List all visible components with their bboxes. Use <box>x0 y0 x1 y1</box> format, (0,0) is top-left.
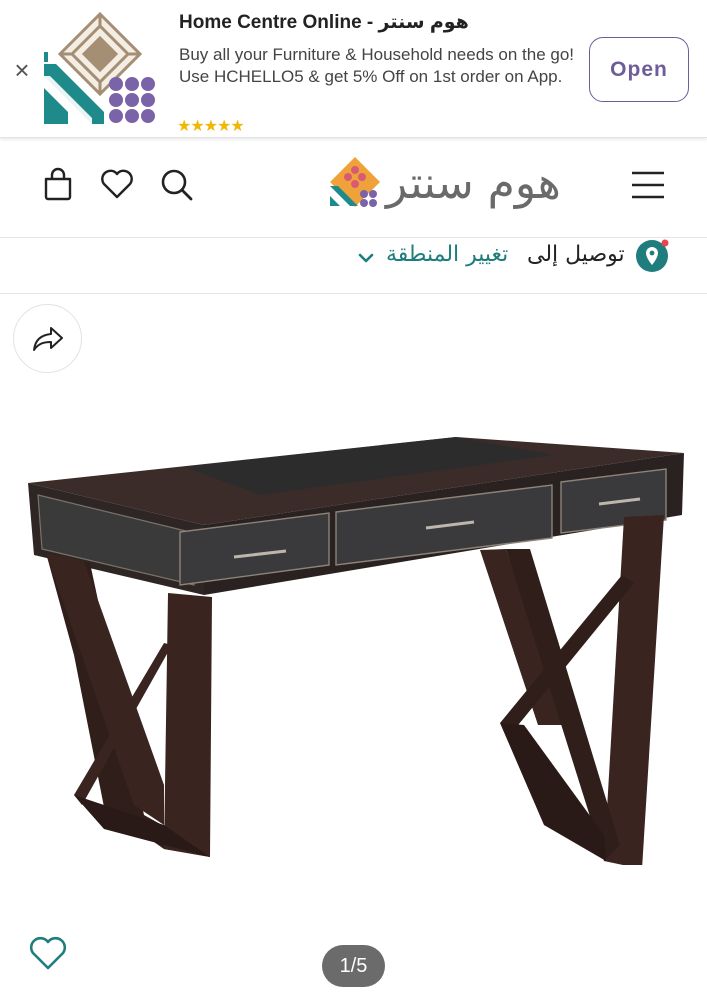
home-centre-app-logo-icon <box>44 12 155 124</box>
banner-text: Home Centre Online - هوم سنتر Buy all yo… <box>179 10 579 88</box>
banner-app-title: Home Centre Online - هوم سنتر <box>179 12 469 33</box>
image-pager: 1/5 <box>322 945 385 987</box>
menu-icon[interactable] <box>630 170 666 200</box>
change-area-link[interactable]: تغيير المنطقة <box>386 240 508 270</box>
heart-icon[interactable] <box>99 166 135 202</box>
wishlist-heart-icon[interactable] <box>28 933 68 973</box>
bag-icon[interactable] <box>40 166 76 202</box>
brand-logo[interactable]: هوم سنتر <box>328 152 598 216</box>
app-install-banner: × Home Centre Online - هوم سنتر Buy all … <box>0 0 707 138</box>
delivery-location-bar: تغيير المنطقة توصيل إلى <box>0 238 707 294</box>
share-icon <box>32 326 63 351</box>
deliver-to-label: توصيل إلى <box>527 242 625 267</box>
search-icon[interactable] <box>158 166 194 202</box>
close-banner-button[interactable]: × <box>8 56 36 84</box>
brand-name: هوم سنتر <box>386 158 561 209</box>
rating-stars: ★★★★★ <box>177 118 245 135</box>
location-pin-icon <box>636 239 669 272</box>
brand-mark-icon <box>330 157 380 207</box>
chevron-down-icon[interactable] <box>356 248 376 268</box>
site-header: هوم سنتر <box>0 138 707 238</box>
product-image-gallery[interactable]: 1/5 <box>0 295 707 1000</box>
product-image <box>28 437 684 865</box>
banner-description: Buy all your Furniture & Household needs… <box>179 45 575 86</box>
share-button[interactable] <box>13 304 82 373</box>
open-app-button[interactable]: Open <box>589 37 689 102</box>
